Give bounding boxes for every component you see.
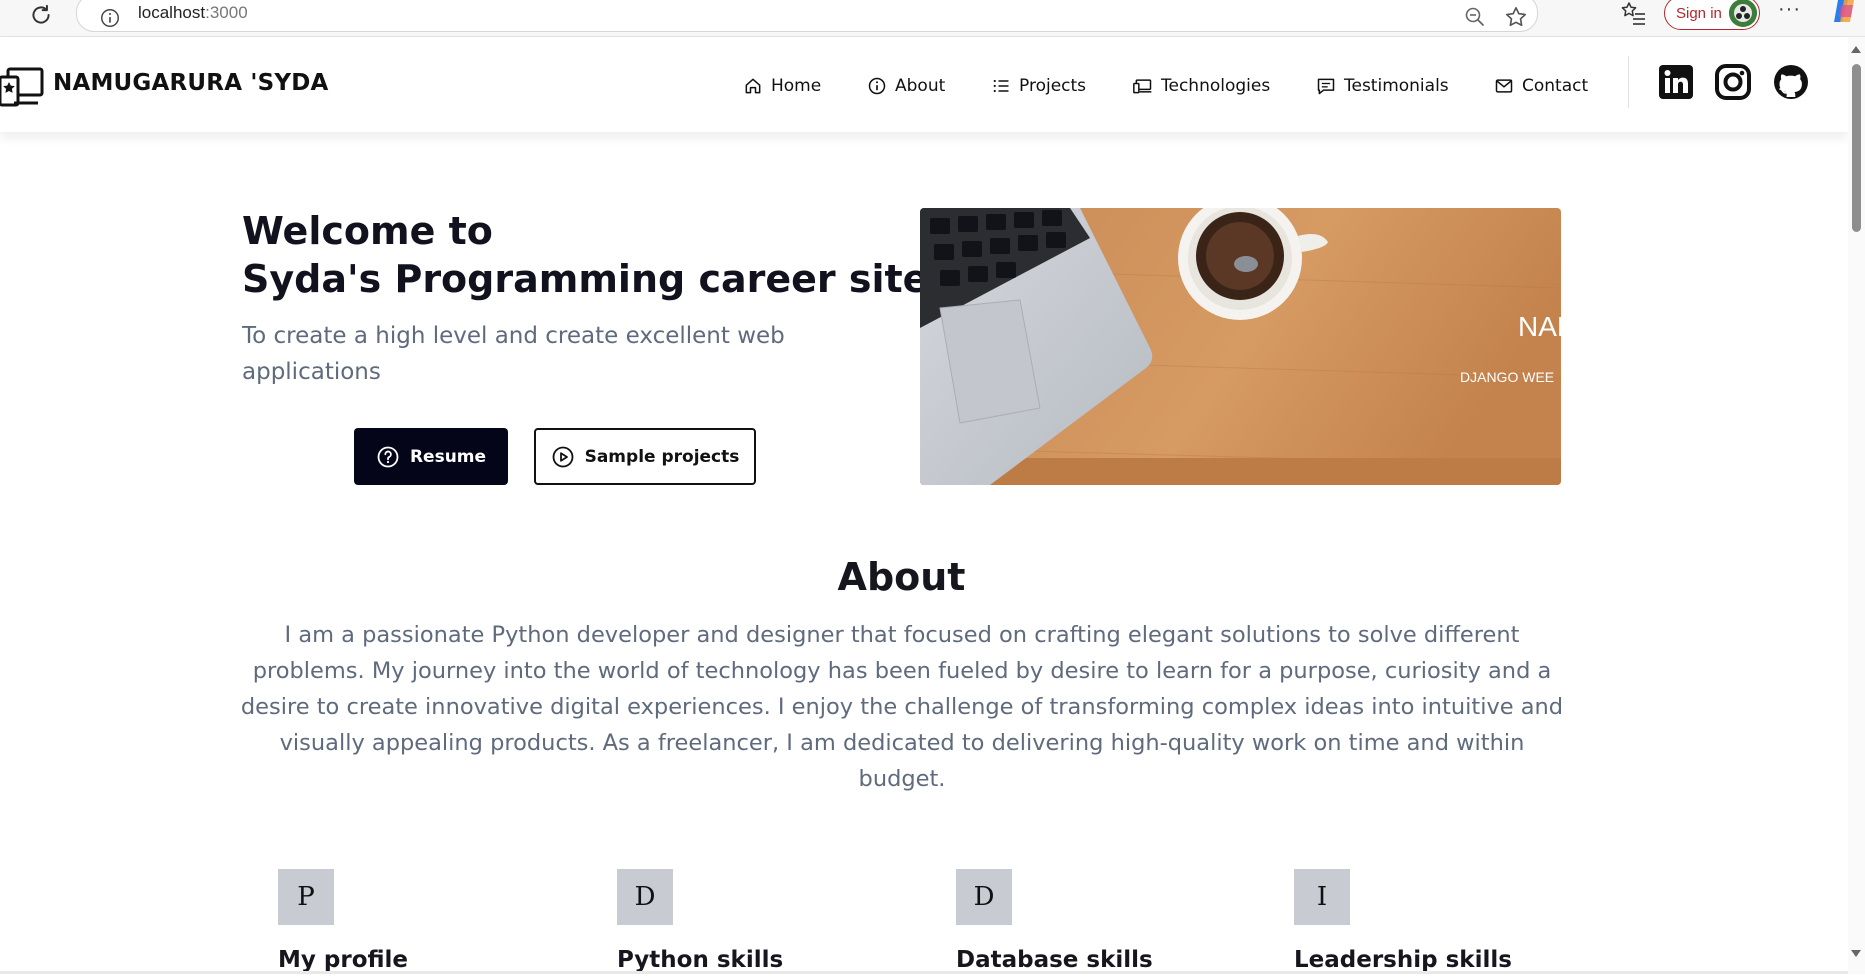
more-options-icon[interactable]: ··· <box>1778 0 1801 21</box>
scrollbar-thumb[interactable] <box>1852 64 1861 232</box>
sign-in-button[interactable]: Sign in <box>1664 0 1760 30</box>
skill-letter-badge: D <box>956 869 1012 925</box>
hero-subtitle: To create a high level and create excell… <box>242 323 785 385</box>
nav-about[interactable]: About <box>867 73 945 99</box>
nav-contact[interactable]: Contact <box>1494 73 1588 99</box>
url-host: localhost <box>138 3 206 22</box>
skill-name: Leadership skills <box>1294 947 1512 973</box>
browser-toolbar: localhost:3000 Sign in ··· <box>0 0 1865 37</box>
hero-title-line2: Syda's Programming career site <box>242 257 929 301</box>
nav-technologies[interactable]: Technologies <box>1133 73 1270 99</box>
favorites-list-icon[interactable] <box>1619 0 1647 26</box>
nav-home-label: Home <box>771 76 822 96</box>
hero-title-line1: Welcome to <box>242 209 493 253</box>
about-text: I am a passionate Python developer and d… <box>240 622 1564 792</box>
about-title: About <box>837 555 966 599</box>
hero-title: Welcome to Syda's Programming career sit… <box>242 207 928 303</box>
profile-avatar-icon <box>1729 0 1757 27</box>
info-icon <box>868 77 886 95</box>
logo-devices-icon[interactable] <box>0 67 44 107</box>
sample-projects-button[interactable]: Sample projects <box>534 428 756 485</box>
linkedin-icon[interactable] <box>1658 64 1694 100</box>
hero-image-laptop-coffee: NAM DJANGO WEE <box>920 208 1561 485</box>
nav-testimonials-label: Testimonials <box>1344 76 1449 96</box>
skill-card-leadership[interactable]: I Leadership skills <box>1294 869 1594 979</box>
url-port: :3000 <box>205 3 248 22</box>
scroll-up-arrow-icon[interactable] <box>1851 46 1861 53</box>
skill-letter-badge: P <box>278 869 334 925</box>
url-text: localhost:3000 <box>138 3 248 23</box>
site-header: NAMUGARURA 'SYDA Home About Projects Tec… <box>0 37 1848 132</box>
zoom-out-icon[interactable] <box>1463 5 1487 29</box>
nav-home[interactable]: Home <box>743 73 821 99</box>
nav-projects[interactable]: Projects <box>991 73 1086 99</box>
reload-icon[interactable] <box>28 2 54 28</box>
instagram-icon[interactable] <box>1715 64 1751 100</box>
skill-letter-badge: D <box>617 869 673 925</box>
hero-image-text-sub: DJANGO WEE <box>1460 369 1554 385</box>
home-icon <box>745 78 761 94</box>
nav-technologies-label: Technologies <box>1161 76 1271 96</box>
play-circle-icon <box>552 446 573 467</box>
devices-icon <box>1133 79 1152 94</box>
mail-icon <box>1495 79 1513 93</box>
site-brand[interactable]: NAMUGARURA 'SYDA <box>53 70 329 96</box>
favorite-star-icon[interactable] <box>1503 4 1529 30</box>
nav-contact-label: Contact <box>1522 76 1589 96</box>
nav-divider <box>1628 56 1629 108</box>
sample-projects-label: Sample projects <box>584 446 740 467</box>
scroll-down-arrow-icon[interactable] <box>1851 950 1861 957</box>
skill-letter-badge: I <box>1294 869 1350 925</box>
address-bar[interactable]: localhost:3000 <box>76 0 1538 32</box>
skill-name: Python skills <box>617 947 784 973</box>
question-circle-icon <box>377 446 399 467</box>
nav-testimonials[interactable]: Testimonials <box>1316 73 1449 99</box>
skill-card-python[interactable]: D Python skills <box>617 869 917 979</box>
nav-about-label: About <box>895 76 946 96</box>
copilot-icon[interactable] <box>1830 0 1860 26</box>
skill-name: My profile <box>278 947 409 973</box>
sign-in-label: Sign in <box>1676 5 1722 22</box>
hero-image-text-main: NAM <box>1518 311 1561 342</box>
skill-card-profile[interactable]: P My profile <box>278 869 578 979</box>
skill-name: Database skills <box>956 947 1153 973</box>
list-icon <box>993 79 1009 93</box>
chat-icon <box>1317 78 1335 95</box>
site-info-icon[interactable] <box>99 7 121 29</box>
nav-projects-label: Projects <box>1019 76 1087 96</box>
skill-card-database[interactable]: D Database skills <box>956 869 1256 979</box>
resume-label: Resume <box>409 446 487 467</box>
github-icon[interactable] <box>1773 64 1809 100</box>
resume-button[interactable]: Resume <box>354 428 508 485</box>
